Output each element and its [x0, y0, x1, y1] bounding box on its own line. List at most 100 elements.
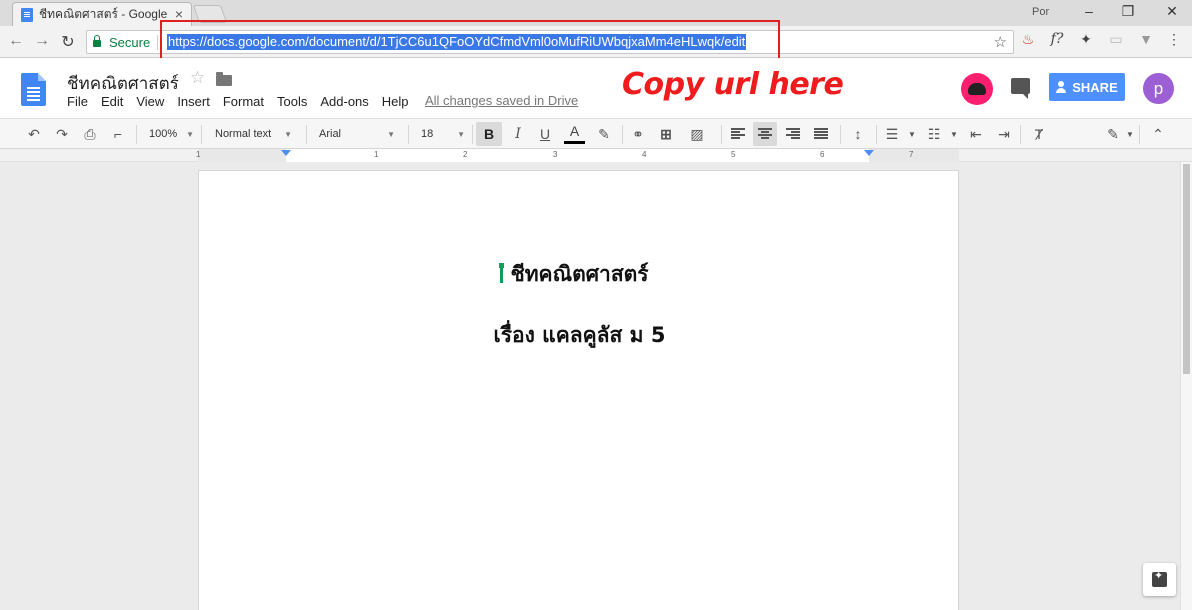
insert-image-icon[interactable]: ▨ — [684, 119, 710, 149]
move-to-folder-icon[interactable] — [216, 72, 232, 86]
ruler-number: 1 — [374, 150, 379, 159]
undo-icon[interactable]: ↶ — [24, 119, 44, 149]
chevron-down-icon[interactable]: ▼ — [948, 119, 960, 149]
save-status[interactable]: All changes saved in Drive — [425, 93, 578, 108]
bulleted-list-icon[interactable]: ☷ — [924, 119, 944, 149]
scrollbar-thumb[interactable] — [1183, 164, 1190, 374]
ruler-number: 7 — [909, 150, 914, 159]
back-icon[interactable]: ← — [6, 32, 26, 50]
paragraph-style-select[interactable]: Normal text ▼ — [215, 119, 292, 149]
line-spacing-icon[interactable]: ↕ — [848, 119, 868, 149]
collapse-toolbar-icon[interactable]: ⌃ — [1148, 119, 1168, 149]
chevron-down-icon: ▼ — [387, 129, 395, 139]
lock-icon — [93, 35, 101, 47]
font-size-value: 18 — [421, 128, 434, 140]
highlight-pen-icon[interactable]: ✎ — [594, 119, 614, 149]
share-button[interactable]: SHARE — [1049, 73, 1125, 101]
ruler-number: 6 — [820, 150, 825, 159]
decrease-indent-icon[interactable]: ⇤ — [966, 119, 986, 149]
ruler-number: 5 — [731, 150, 736, 159]
secure-indicator[interactable]: Secure — [93, 35, 150, 50]
docs-header: ชีทคณิตศาสตร์ ☆ File Edit View Insert Fo… — [0, 58, 1192, 118]
omnibox-divider — [157, 35, 158, 50]
document-page[interactable]: ชีทคณิตศาสตร์ เรื่อง แคลคูลัส ม 5 — [198, 170, 959, 610]
bookmark-star-icon[interactable]: ☆ — [994, 33, 1007, 51]
ruler-number: 4 — [642, 150, 647, 159]
justify-icon[interactable] — [814, 128, 828, 140]
menu-help[interactable]: Help — [382, 94, 409, 109]
menu-file[interactable]: File — [67, 94, 88, 109]
left-indent-marker[interactable] — [281, 150, 291, 156]
chevron-down-icon: ▼ — [284, 129, 292, 139]
italic-button[interactable]: I — [508, 119, 528, 149]
numbered-list-icon[interactable]: ☰ — [882, 119, 902, 149]
document-heading-subtitle[interactable]: เรื่อง แคลคูลัส ม 5 — [199, 319, 960, 352]
google-docs-logo-icon[interactable] — [21, 73, 46, 106]
star-document-icon[interactable]: ☆ — [190, 68, 205, 88]
vpn-icon[interactable]: ▼ — [1136, 31, 1156, 47]
share-label: SHARE — [1072, 79, 1118, 95]
annotation-text: Copy url here — [622, 67, 844, 102]
chevron-down-icon[interactable]: ▼ — [906, 119, 918, 149]
fx-icon[interactable]: f? — [1047, 31, 1067, 47]
print-icon[interactable]: ⎙ — [80, 119, 100, 149]
explore-icon — [1152, 569, 1167, 587]
menu-bar: File Edit View Insert Format Tools Add-o… — [67, 94, 422, 109]
vertical-scrollbar[interactable] — [1180, 162, 1192, 610]
chevron-down-icon: ▼ — [186, 129, 194, 139]
format-toolbar: ↶ ↷ ⎙ ⌐ 100% ▼ Normal text ▼ Arial ▼ 18 ▼ B … — [0, 118, 1192, 149]
align-center-icon[interactable] — [758, 128, 772, 140]
align-left-icon[interactable] — [731, 128, 745, 140]
minimize-icon[interactable]: – — [1079, 3, 1099, 19]
font-size-select[interactable]: 18 ▼ — [421, 119, 465, 149]
tab-title: ชีทคณิตศาสตร์ - Google Docs — [39, 7, 167, 21]
text-color-button[interactable]: A — [564, 123, 585, 145]
underline-button[interactable]: U — [535, 119, 555, 149]
add-comment-icon[interactable]: ⊞ — [656, 119, 676, 149]
paint-format-icon[interactable]: ⌐ — [108, 119, 128, 149]
insert-link-icon[interactable]: ⚭ — [628, 119, 648, 149]
fish-icon[interactable]: ✦ — [1076, 31, 1096, 48]
person-icon — [1056, 81, 1067, 93]
comments-icon[interactable] — [1011, 78, 1030, 99]
menu-format[interactable]: Format — [223, 94, 264, 109]
cast-icon[interactable]: ▭ — [1106, 31, 1126, 48]
menu-view[interactable]: View — [136, 94, 164, 109]
avatar[interactable]: p — [1143, 73, 1174, 104]
menu-icon[interactable]: ⋮ — [1164, 31, 1184, 48]
elephant-extension-icon[interactable] — [961, 73, 993, 105]
document-heading-title[interactable]: ชีทคณิตศาสตร์ — [199, 258, 960, 291]
close-window-icon[interactable]: ✕ — [1162, 3, 1182, 20]
bold-button[interactable]: B — [476, 122, 502, 146]
reload-icon[interactable]: ↻ — [58, 32, 78, 52]
font-value: Arial — [319, 128, 342, 140]
document-title[interactable]: ชีทคณิตศาสตร์ — [67, 70, 179, 97]
menu-insert[interactable]: Insert — [177, 94, 210, 109]
ruler-number: 2 — [463, 150, 468, 159]
menu-edit[interactable]: Edit — [101, 94, 123, 109]
ruler[interactable]: 1 1 2 3 4 5 6 7 — [0, 149, 1192, 162]
align-right-icon[interactable] — [786, 128, 800, 140]
right-indent-marker[interactable] — [864, 150, 874, 156]
profile-name[interactable]: Por — [1032, 6, 1049, 18]
chevron-down-icon[interactable]: ▼ — [1125, 119, 1135, 149]
menu-add-ons[interactable]: Add-ons — [320, 94, 368, 109]
editing-mode-icon[interactable]: ✎ — [1103, 119, 1123, 149]
ruler-number: 1 — [196, 150, 201, 159]
secure-label: Secure — [109, 35, 151, 50]
restore-icon[interactable]: ❐ — [1118, 3, 1138, 20]
redo-icon[interactable]: ↷ — [52, 119, 72, 149]
increase-indent-icon[interactable]: ⇥ — [994, 119, 1014, 149]
java-icon[interactable]: ♨ — [1018, 31, 1038, 48]
style-value: Normal text — [215, 128, 272, 140]
clear-formatting-icon[interactable]: Ⱦ — [1029, 119, 1049, 149]
forward-icon[interactable]: → — [32, 32, 52, 50]
document-canvas: ชีทคณิตศาสตร์ เรื่อง แคลคูลัส ม 5 — [0, 162, 1180, 610]
explore-button[interactable] — [1143, 563, 1176, 596]
chevron-down-icon: ▼ — [457, 129, 465, 139]
google-docs-favicon-icon — [21, 7, 33, 22]
zoom-value: 100% — [149, 128, 178, 140]
zoom-select[interactable]: 100% ▼ — [149, 119, 194, 149]
font-select[interactable]: Arial ▼ — [319, 119, 395, 149]
menu-tools[interactable]: Tools — [277, 94, 307, 109]
